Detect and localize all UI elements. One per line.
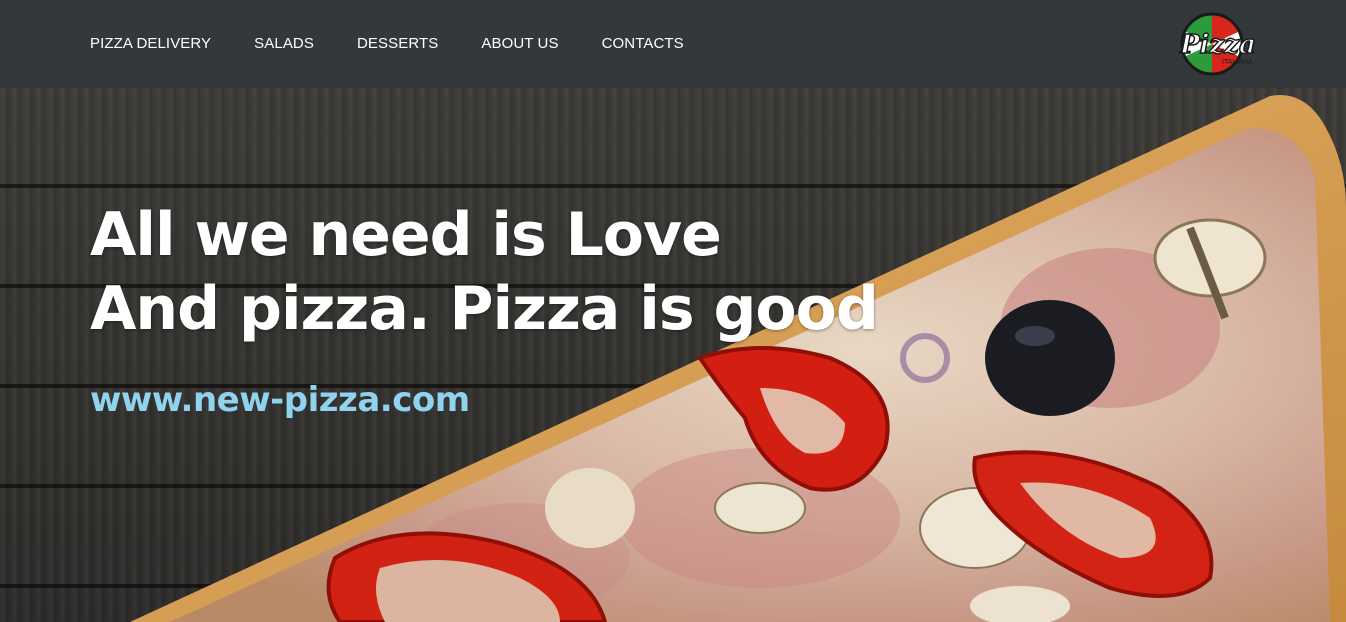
nav-item-contacts[interactable]: CONTACTS	[602, 35, 684, 52]
nav-item-desserts[interactable]: DESSERTS	[357, 35, 438, 52]
logo-subtext: ITALIANA	[1222, 59, 1253, 66]
nav-item-about-us[interactable]: ABOUT US	[481, 35, 558, 52]
logo-text: Pizza	[1179, 30, 1256, 60]
pizza-slice-image	[130, 95, 1346, 622]
pizza-italiana-logo[interactable]: Pizza ITALIANA	[1176, 10, 1262, 78]
headline-line-2: And pizza. Pizza is good	[90, 274, 879, 344]
headline-line-1: All we need is Love	[90, 200, 722, 270]
hero-headline: All we need is Love And pizza. Pizza is …	[90, 198, 879, 346]
nav-item-salads[interactable]: SALADS	[254, 35, 314, 52]
nav-item-pizza-delivery[interactable]: PIZZA DELIVERY	[90, 35, 211, 52]
logo-emblem: Pizza ITALIANA	[1178, 12, 1257, 76]
main-nav: PIZZA DELIVERY SALADS DESSERTS ABOUT US …	[90, 35, 727, 52]
top-navbar: PIZZA DELIVERY SALADS DESSERTS ABOUT US …	[0, 0, 1346, 88]
site-url-link[interactable]: www.new-pizza.com	[90, 380, 470, 420]
hero-banner: All we need is Love And pizza. Pizza is …	[0, 88, 1346, 622]
